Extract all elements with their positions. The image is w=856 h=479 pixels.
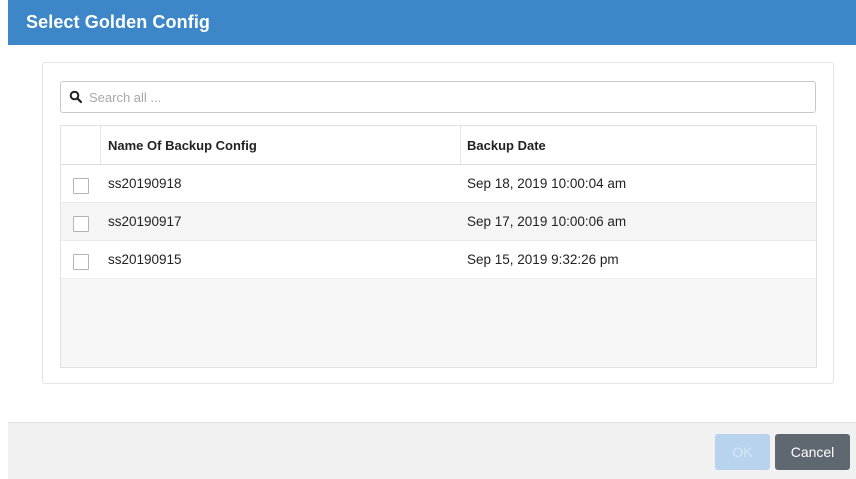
ok-button[interactable]: OK: [715, 434, 770, 470]
row-checkbox-cell: [61, 212, 101, 232]
table-row[interactable]: ss20190918 Sep 18, 2019 10:00:04 am: [61, 165, 816, 203]
select-golden-config-dialog: Select Golden Config Name Of Backup Conf…: [8, 0, 856, 479]
backup-name-cell: ss20190915: [108, 252, 182, 267]
row-checkbox-cell: [61, 174, 101, 194]
backup-date-cell: Sep 15, 2019 9:32:26 pm: [467, 252, 619, 267]
backup-name-cell: ss20190917: [108, 214, 182, 229]
search-icon: [69, 90, 83, 104]
backup-config-table: Name Of Backup Config Backup Date ss2019…: [60, 125, 817, 368]
search-input[interactable]: [89, 84, 815, 110]
table-row[interactable]: ss20190915 Sep 15, 2019 9:32:26 pm: [61, 241, 816, 279]
backup-date-cell: Sep 18, 2019 10:00:04 am: [467, 176, 627, 191]
search-box[interactable]: [60, 81, 816, 113]
table-row[interactable]: ss20190917 Sep 17, 2019 10:00:06 am: [61, 203, 816, 241]
dialog-title: Select Golden Config: [26, 12, 211, 32]
row-checkbox[interactable]: [73, 253, 89, 270]
dialog-footer: OK Cancel: [8, 422, 856, 479]
background-edge: [0, 0, 8, 479]
row-checkbox-cell: [61, 250, 101, 270]
header-checkbox-column: [61, 126, 101, 164]
dialog-title-bar[interactable]: Select Golden Config: [8, 0, 856, 45]
dialog-body: Name Of Backup Config Backup Date ss2019…: [8, 45, 856, 422]
row-checkbox[interactable]: [73, 177, 89, 194]
row-checkbox[interactable]: [73, 215, 89, 232]
column-header-date[interactable]: Backup Date: [461, 126, 816, 164]
backup-date-cell: Sep 17, 2019 10:00:06 am: [467, 214, 627, 229]
table-header: Name Of Backup Config Backup Date: [61, 126, 816, 165]
backup-name-cell: ss20190918: [108, 176, 182, 191]
config-panel: Name Of Backup Config Backup Date ss2019…: [42, 62, 834, 384]
column-header-name[interactable]: Name Of Backup Config: [101, 126, 461, 164]
cancel-button[interactable]: Cancel: [775, 434, 850, 470]
